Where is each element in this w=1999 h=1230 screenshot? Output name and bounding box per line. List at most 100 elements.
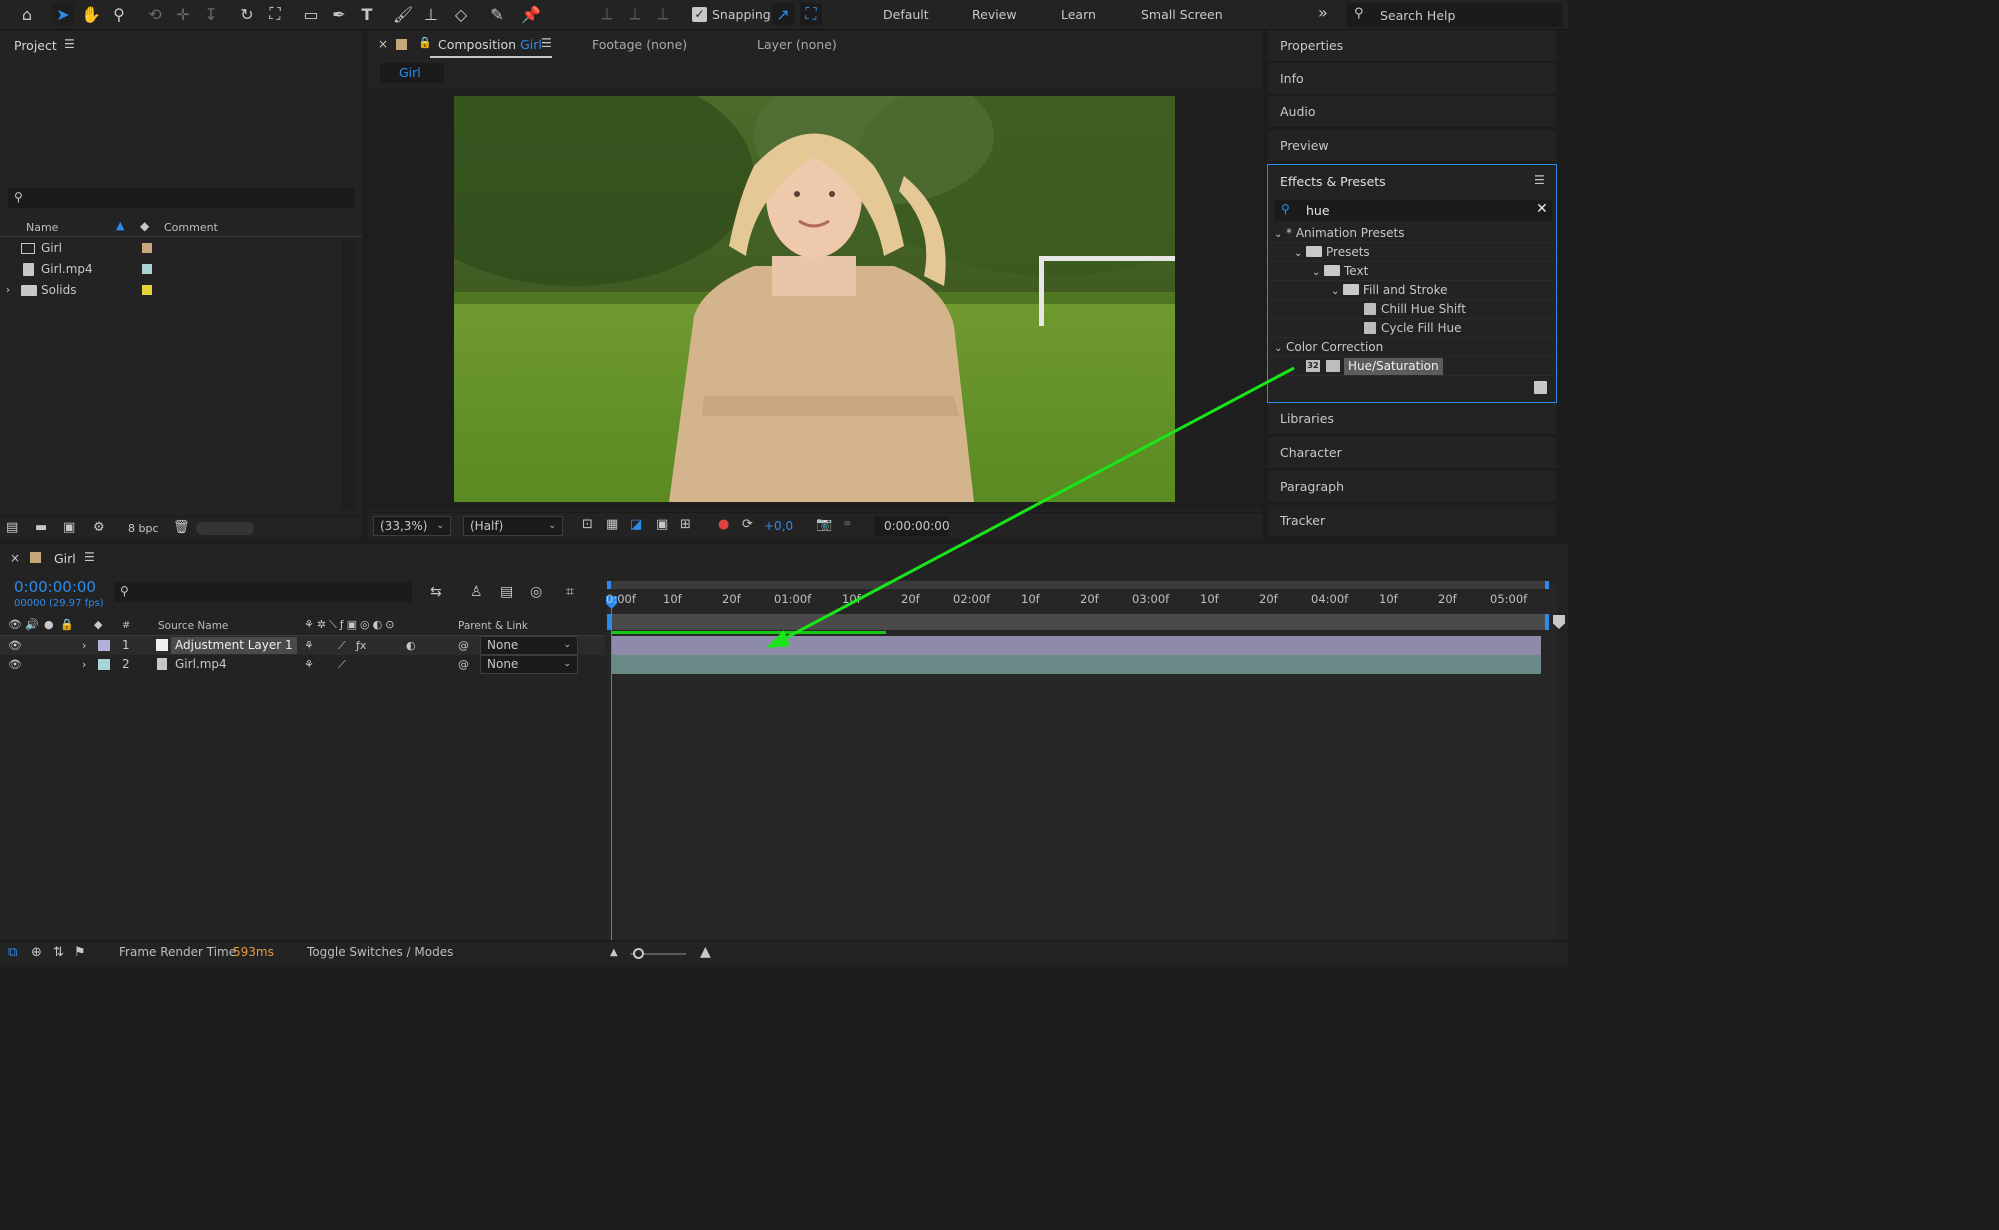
channels-icon[interactable]: ● [718,517,729,532]
expand-chevron-icon[interactable]: › [82,636,86,655]
axis-world-icon[interactable]: ⟂ [624,3,646,25]
in-out-icon[interactable]: ⇅ [53,945,64,960]
comment-column-header[interactable]: Comment [164,221,218,234]
timeline-comp-name[interactable]: Girl [54,551,76,566]
label-swatch[interactable] [142,264,152,274]
new-composition-icon[interactable]: ▣ [63,520,75,535]
eraser-tool-icon[interactable]: ◇ [450,3,472,25]
trash-icon[interactable]: 🗑 [173,520,190,535]
tab-preview[interactable]: Preview [1268,130,1556,162]
workspace-review[interactable]: Review [972,7,1017,22]
selection-tool-icon[interactable]: ➤ [52,3,74,25]
project-search-input[interactable]: ⚲ [8,188,354,208]
project-scrollbar[interactable] [342,238,356,510]
chevron-right-icon[interactable]: › [6,280,10,301]
project-item-girl[interactable]: Girl ⊞ [4,238,360,259]
close-icon[interactable]: × [10,551,20,565]
current-time-display[interactable]: 0:00:00:00 [14,578,96,596]
graph-editor-icon[interactable]: ⌗ [566,584,574,600]
layer-bar-1[interactable] [612,636,1541,655]
toggle-switches-modes[interactable]: Toggle Switches / Modes [307,945,453,959]
pick-whip-icon[interactable]: @ [458,636,469,655]
transfer-controls-icon[interactable]: ⊕ [31,945,42,960]
zoom-out-icon[interactable]: ▲ [610,947,618,958]
layer-name[interactable]: Adjustment Layer 1 [171,637,297,654]
show-snapshot-icon[interactable]: ⚭ [842,517,853,532]
clear-search-icon[interactable]: ✕ [1536,201,1548,217]
layer-row-2[interactable]: 👁 › 2 Girl.mp4 ⚘ ⟋ @ None ⌄ [0,655,605,674]
layer-switches-icon[interactable]: ⧉ [8,945,17,960]
axis-view-icon[interactable]: ⟂ [652,3,674,25]
grid-guides-icon[interactable]: ⊞ [680,517,691,532]
effect-switch-icon[interactable]: ƒx [356,636,366,655]
project-title[interactable]: Project [14,38,57,53]
snap-features-icon[interactable]: ⛶ [800,3,822,25]
tab-tracker[interactable]: Tracker [1268,505,1556,537]
pan-tool-icon[interactable]: ✛ [172,3,194,25]
quality-switch-icon[interactable]: ⟋ [338,655,346,674]
snapshot-camera-icon[interactable]: 📷 [816,517,832,532]
lock-icon[interactable]: 🔒 [418,36,432,49]
effects-presets-title[interactable]: Effects & Presets [1280,174,1386,189]
type-tool-icon[interactable]: T [356,3,378,25]
eye-icon[interactable]: 👁 [8,636,22,655]
orbit-tool-icon[interactable]: ⟲ [144,3,166,25]
parent-dropdown[interactable]: None ⌄ [480,655,578,674]
resolution-dropdown[interactable]: (Half) ⌄ [463,516,563,536]
shy-switch-icon[interactable]: ⚘ [304,655,314,674]
rotate-tool-icon[interactable]: ↻ [236,3,258,25]
magnification-dropdown[interactable]: (33,3%) ⌄ [373,516,451,536]
snap-edges-icon[interactable]: ↗ [772,3,794,25]
clone-stamp-tool-icon[interactable]: ⊥ [420,3,442,25]
label-swatch[interactable] [142,243,152,253]
source-name-header[interactable]: Source Name [158,620,228,632]
work-area-bar[interactable] [607,614,1549,630]
new-folder-icon[interactable]: ▬ [35,520,47,535]
project-menu-icon[interactable]: ☰ [64,37,75,51]
chevron-down-icon[interactable]: ⌄ [1331,282,1343,301]
zoom-tool-icon[interactable]: ⚲ [108,3,130,25]
layer-name[interactable]: Girl.mp4 [175,655,227,674]
search-help-field[interactable]: ⚲ Search Help [1346,3,1562,27]
workspace-default[interactable]: Default [883,7,929,22]
reset-exposure-icon[interactable]: ⟳ [742,517,753,532]
chevron-down-icon[interactable]: ⌄ [1294,244,1306,263]
brush-tool-icon[interactable]: 🖌 [392,3,414,25]
tree-hue-saturation[interactable]: 32 Hue/Saturation [1270,357,1554,376]
tab-composition[interactable]: Composition Girl [438,37,542,52]
tree-animation-presets[interactable]: ⌄ * Animation Presets [1270,224,1554,243]
workspace-learn[interactable]: Learn [1061,7,1096,22]
chevron-down-icon[interactable]: ⌄ [1274,339,1286,358]
tree-color-correction[interactable]: ⌄ Color Correction [1270,338,1554,357]
sort-ascending-icon[interactable]: ▲ [116,219,124,232]
label-swatch[interactable] [142,285,152,295]
effects-menu-icon[interactable]: ☰ [1534,173,1545,187]
tab-properties[interactable]: Properties [1268,30,1556,62]
region-of-interest-icon[interactable]: ▣ [656,517,668,532]
playhead-line[interactable] [611,596,612,940]
tree-fill-and-stroke-folder[interactable]: ⌄ Fill and Stroke [1270,281,1554,300]
layer-label-swatch[interactable] [98,640,110,651]
tree-text-folder[interactable]: ⌄ Text [1270,262,1554,281]
render-time-icon[interactable]: ⚑ [74,945,86,960]
adjustment-switch-icon[interactable]: ◐ [406,636,416,655]
close-icon[interactable]: × [378,37,388,51]
tab-footage[interactable]: Footage (none) [592,37,687,52]
time-ruler[interactable] [607,589,1549,613]
new-preset-icon[interactable] [1534,381,1547,394]
timeline-zoom-handle[interactable] [633,948,644,959]
tree-presets-folder[interactable]: ⌄ Presets [1270,243,1554,262]
thumbnail-slider[interactable] [196,522,254,535]
tab-layer[interactable]: Layer (none) [757,37,837,52]
fast-previews-icon[interactable]: ⊡ [582,517,593,532]
project-item-girl-mp4[interactable]: Girl.mp4 [4,259,360,280]
transparency-grid-icon[interactable]: ▦ [606,517,618,532]
pen-tool-icon[interactable]: ✒ [328,3,350,25]
layer-label-swatch[interactable] [98,659,110,670]
interpret-footage-icon[interactable]: ▤ [6,520,18,535]
dolly-tool-icon[interactable]: ↧ [200,3,222,25]
mask-visibility-icon[interactable]: ◪ [630,517,642,532]
tab-libraries[interactable]: Libraries [1268,403,1556,435]
hide-shy-layers-icon[interactable]: ♙ [470,584,483,600]
effects-search-input[interactable]: ⚲ hue ✕ [1274,200,1552,221]
